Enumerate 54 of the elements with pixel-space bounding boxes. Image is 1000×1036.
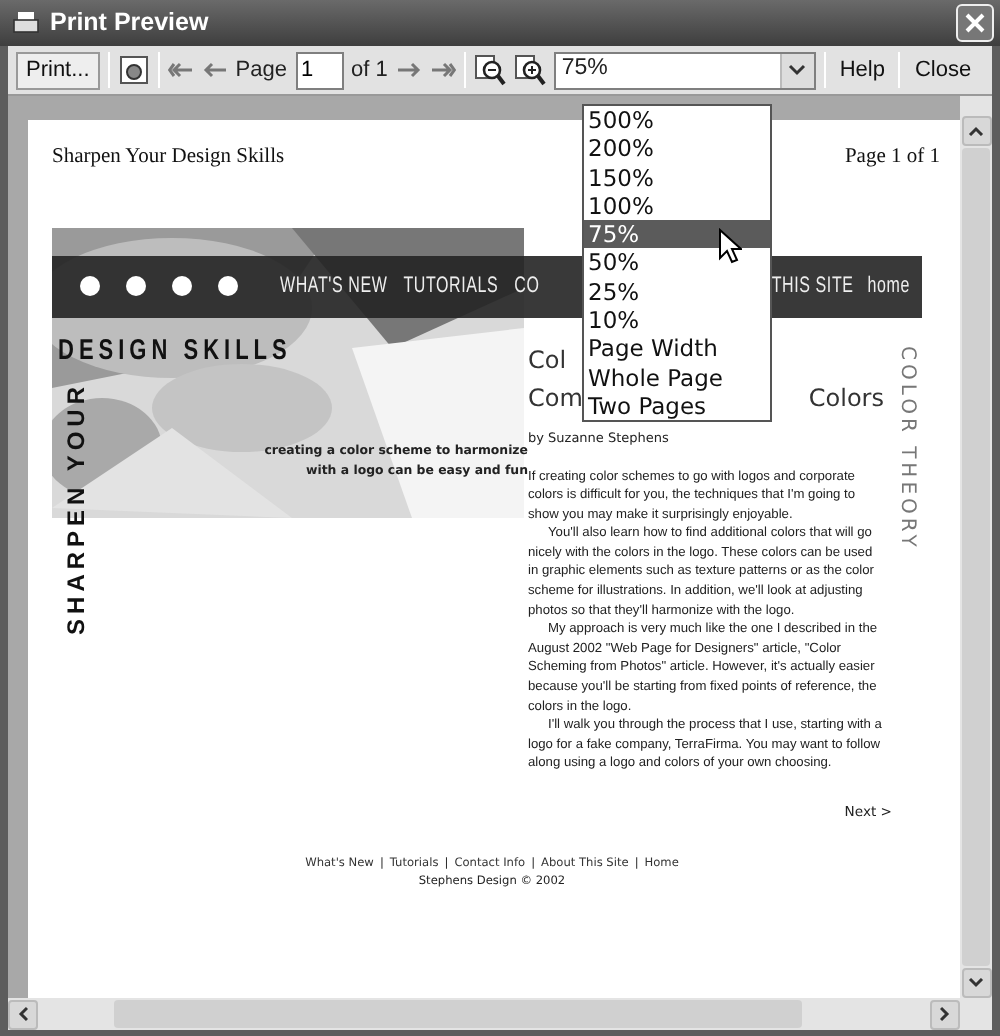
menu-item[interactable]: Two Pages — [584, 391, 770, 421]
close-icon — [964, 12, 986, 34]
first-page-icon[interactable] — [167, 60, 194, 80]
menu-item[interactable]: Whole Page — [584, 363, 770, 392]
article-title: Col — [528, 343, 567, 378]
menu-item[interactable]: 10% — [584, 306, 770, 335]
menu-item[interactable]: 100% — [584, 191, 770, 221]
nav-link[interactable]: home — [867, 269, 910, 304]
menu-item[interactable]: 50% — [584, 248, 770, 278]
window-title: Print Preview — [50, 6, 209, 41]
menu-item[interactable]: 25% — [584, 277, 770, 307]
page-label: Page — [235, 55, 287, 86]
printer-icon — [12, 10, 40, 36]
scroll-left-button[interactable] — [8, 999, 38, 1029]
page-count-label: of 1 — [351, 55, 388, 86]
logo-text: DESIGN SKILLS — [56, 332, 294, 370]
menu-item[interactable]: 200% — [584, 134, 770, 164]
nav-dot-icon — [80, 276, 100, 297]
caret-icon — [788, 64, 807, 76]
next-page-icon[interactable] — [395, 60, 422, 80]
nav-dot-icon — [218, 276, 238, 297]
previous-page-icon[interactable] — [201, 60, 228, 80]
nav-link[interactable]: CO — [514, 269, 540, 304]
page-setup-icon[interactable] — [117, 54, 150, 86]
help-button[interactable]: Help — [833, 53, 891, 87]
close-button[interactable] — [956, 4, 994, 42]
print-button[interactable]: Print... — [16, 51, 100, 89]
scrollbar-thumb[interactable] — [962, 148, 990, 966]
logo-vertical-text: SHARPEN YOUR — [60, 382, 92, 636]
menu-item[interactable]: Page Width — [584, 334, 770, 364]
zoom-dropdown[interactable]: 75% — [553, 51, 816, 89]
nav-dot-icon — [126, 276, 146, 297]
scroll-down-button[interactable] — [961, 968, 991, 998]
page-number: Page 1 of 1 — [844, 144, 940, 172]
cursor-icon — [718, 228, 742, 264]
last-page-icon[interactable] — [429, 60, 456, 80]
article-title: Colors — [808, 381, 884, 416]
nav-link[interactable]: WHAT'S NEW — [280, 269, 388, 304]
menu-item[interactable]: 500% — [584, 106, 770, 135]
page-header-title: Sharpen Your Design Skills — [52, 144, 285, 172]
nav-link[interactable]: THIS SITE — [771, 269, 854, 304]
section-label: COLOR THEORY — [894, 343, 920, 555]
page-number-field[interactable]: 1 — [295, 51, 343, 89]
zoom-in-icon[interactable] — [513, 54, 546, 86]
nav-dot-icon — [172, 276, 192, 297]
close-preview-button[interactable]: Close — [908, 53, 978, 87]
menu-item[interactable]: 75% — [584, 220, 770, 249]
scroll-right-button[interactable] — [930, 999, 960, 1029]
menu-item[interactable]: 150% — [584, 163, 770, 192]
zoom-out-icon[interactable] — [473, 54, 506, 86]
article-title: Com — [528, 381, 583, 416]
nav-link[interactable]: TUTORIALS — [403, 269, 499, 304]
scrollbar-thumb[interactable] — [114, 1000, 802, 1028]
scroll-up-button[interactable] — [961, 116, 991, 146]
